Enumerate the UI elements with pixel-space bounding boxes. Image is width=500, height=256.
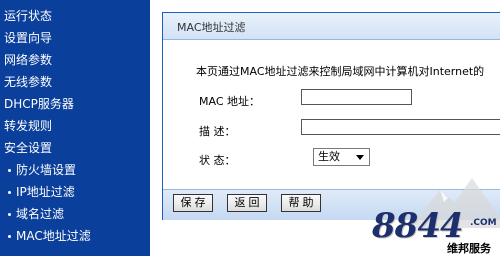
sidebar-item-firewall[interactable]: 防火墙设置	[6, 160, 76, 180]
status-select[interactable]: 生效	[313, 148, 370, 166]
watermark-subtitle: 维邦服务	[447, 240, 491, 256]
sidebar-nav: 运行状态 设置向导 网络参数 无线参数 DHCP服务器 转发规则 安全设置 防火…	[0, 0, 150, 256]
sidebar-item-label: MAC地址过滤	[16, 229, 91, 243]
sidebar-item-label: 网络参数	[4, 53, 53, 67]
sidebar-item-setup-wizard[interactable]: 设置向导	[4, 28, 52, 48]
watermark-domain: .COM	[470, 218, 497, 228]
sidebar-item-running-status[interactable]: 运行状态	[4, 6, 52, 26]
sidebar-item-dhcp[interactable]: DHCP服务器	[4, 94, 74, 114]
status-select-value: 生效	[318, 150, 340, 163]
sidebar-item-label: IP地址过滤	[16, 185, 75, 199]
sidebar-item-label: DHCP服务器	[4, 97, 74, 111]
save-button[interactable]: 保存	[173, 194, 213, 212]
sidebar-item-label: 无线参数	[4, 75, 53, 89]
sidebar-item-mac-filter[interactable]: MAC地址过滤	[6, 226, 91, 246]
sidebar-item-label: 域名过滤	[16, 207, 65, 221]
sidebar-item-ip-filter[interactable]: IP地址过滤	[6, 182, 75, 202]
sidebar-item-label: 运行状态	[4, 9, 53, 23]
bullet-icon	[8, 213, 11, 216]
mac-address-input[interactable]	[301, 89, 412, 105]
bullet-icon	[8, 235, 11, 238]
sidebar-item-label: 安全设置	[4, 141, 53, 155]
sidebar-item-label: 转发规则	[4, 119, 53, 133]
sidebar-item-label: 防火墙设置	[16, 163, 77, 177]
bullet-icon	[8, 191, 11, 194]
help-button[interactable]: 帮助	[281, 194, 321, 212]
sidebar-item-domain-filter[interactable]: 域名过滤	[6, 204, 64, 224]
back-button[interactable]: 返回	[227, 194, 267, 212]
page-title: MAC地址过滤	[177, 21, 246, 34]
panel-header: MAC地址过滤	[163, 13, 500, 40]
status-label: 状 态：	[199, 154, 236, 167]
mac-address-label: MAC 地址：	[199, 95, 260, 108]
sidebar-item-forwarding[interactable]: 转发规则	[4, 116, 52, 136]
page-description: 本页通过MAC地址过滤来控制局域网中计算机对Internet的	[196, 65, 485, 78]
description-input[interactable]	[301, 119, 500, 135]
bullet-icon	[8, 169, 11, 172]
sidebar-item-label: 设置向导	[4, 31, 53, 45]
sidebar-item-wireless[interactable]: 无线参数	[4, 72, 52, 92]
sidebar-item-security[interactable]: 安全设置	[4, 138, 52, 158]
chevron-down-icon	[356, 155, 364, 160]
description-label: 描 述：	[199, 125, 236, 138]
sidebar-item-network[interactable]: 网络参数	[4, 50, 52, 70]
